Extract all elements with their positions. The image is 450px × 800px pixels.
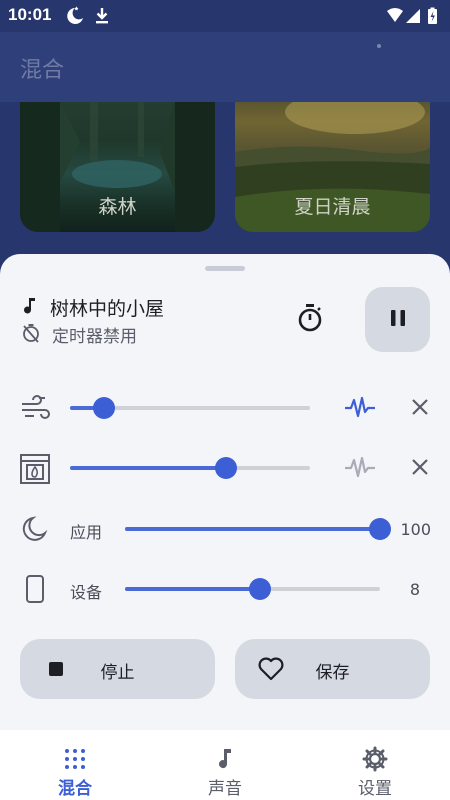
gear-icon [360,744,390,774]
fireplace-remove-button[interactable] [405,454,435,484]
close-icon [410,457,430,481]
decor-dot [377,44,381,48]
pause-icon [389,308,407,332]
slider-thumb[interactable] [92,397,115,419]
drag-handle[interactable] [205,266,245,271]
now-playing-sheet: 树林中的小屋 定时器禁用 应用 100 设备 8 停止 保存 [0,254,450,730]
save-button[interactable]: 保存 [235,639,430,699]
music-note-icon [22,296,38,320]
timer-status-text: 定时器禁用 [52,327,137,347]
card-label: 夏日清晨 [294,196,371,218]
sound-card-forest[interactable]: 森林 [20,102,215,232]
status-bar: 10:01 [0,0,450,32]
app-title: 混合 [20,58,65,83]
device-volume-label: 设备 [70,583,103,602]
fireplace-icon [18,452,52,486]
grid-dots-icon [60,744,90,774]
sound-card-summer-morning[interactable]: 夏日清晨 [235,102,430,232]
moon-icon [18,512,52,546]
stop-button-label: 停止 [100,663,135,683]
nav-item-mix[interactable]: 混合 [0,730,150,800]
waveform-icon [344,394,376,424]
slider-thumb[interactable] [249,578,272,600]
nav-label-settings: 设置 [358,779,392,799]
music-note-icon [210,744,240,774]
download-icon [96,8,108,24]
fireplace-volume-slider[interactable] [70,456,310,480]
stop-button[interactable]: 停止 [20,639,215,699]
moon-icon [67,6,83,24]
slider-thumb[interactable] [215,457,237,479]
now-playing-title-row: 树林中的小屋 [22,294,164,321]
app-volume-slider[interactable] [125,517,391,541]
device-volume-slider[interactable] [125,577,380,601]
wind-remove-button[interactable] [405,394,435,424]
card-label: 森林 [98,196,137,218]
slider-fill [125,527,380,531]
wind-volume-slider[interactable] [70,396,310,420]
app-volume-label: 应用 [70,523,103,542]
slider-fill [125,587,261,591]
slider-thumb[interactable] [369,518,391,540]
timer-button[interactable] [292,302,328,338]
save-button-label: 保存 [315,663,350,683]
close-icon [410,397,430,421]
nav-item-settings[interactable]: 设置 [300,730,450,800]
waveform-icon [344,454,376,484]
phone-icon [18,572,52,606]
wifi-icon [387,8,403,22]
status-left-icons [66,6,116,30]
battery-charging-icon [428,7,437,24]
status-time: 10:01 [8,5,52,24]
timer-off-icon [22,323,40,347]
bottom-navigation: 混合 声音 设置 [0,730,450,800]
now-playing-title: 树林中的小屋 [50,298,165,320]
timer-status-row: 定时器禁用 [22,322,137,347]
status-right-icons [386,6,442,30]
app-bar: 混合 [0,32,450,102]
wind-random-variation-button[interactable] [343,394,377,424]
device-volume-value: 8 [409,580,420,599]
wind-icon [18,392,52,426]
stopwatch-icon [296,303,324,337]
nav-item-sounds[interactable]: 声音 [150,730,300,800]
app-volume-value: 100 [400,520,431,539]
nav-label-mix: 混合 [58,779,92,799]
pause-button[interactable] [365,287,430,352]
signal-icon [406,9,420,23]
slider-fill [70,466,226,470]
fireplace-random-variation-button[interactable] [343,454,377,484]
nav-label-sounds: 声音 [208,779,242,799]
